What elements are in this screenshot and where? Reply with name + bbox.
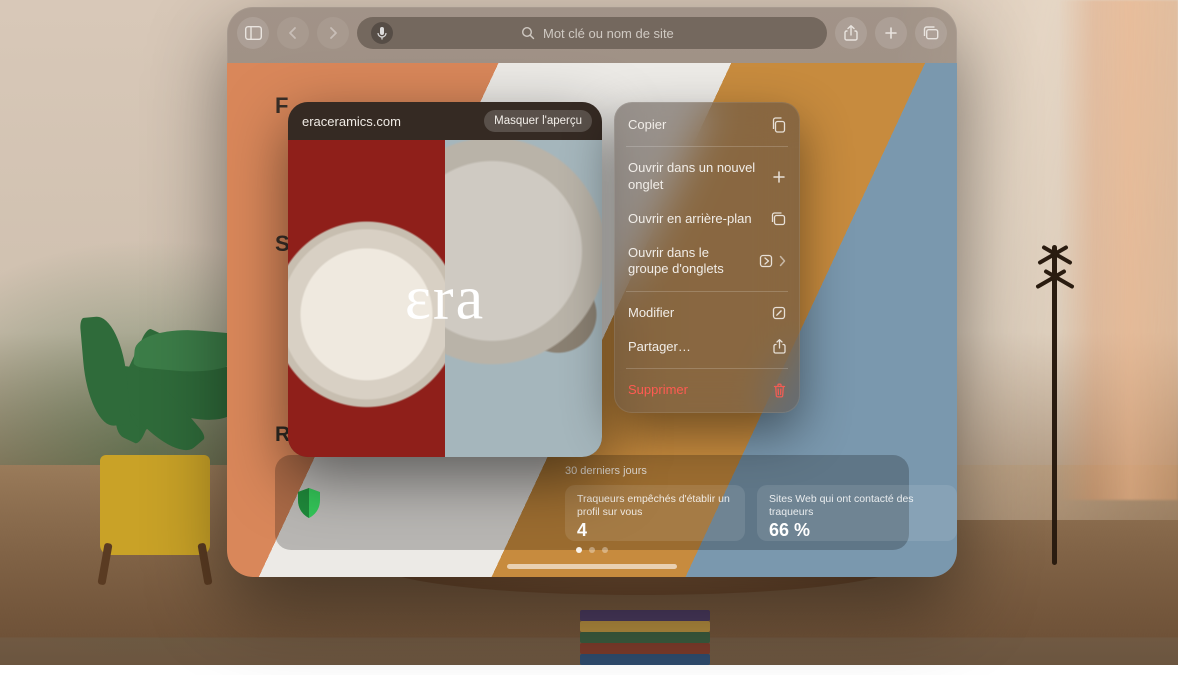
favorites-heading: F bbox=[275, 93, 288, 119]
trackers-value: 4 bbox=[577, 520, 733, 541]
site-logo-text: εra bbox=[405, 263, 485, 334]
menu-share[interactable]: Partager… bbox=[614, 330, 800, 364]
shield-icon bbox=[289, 486, 329, 520]
menu-delete[interactable]: Supprimer bbox=[614, 373, 800, 407]
menu-open-background-label: Ouvrir en arrière-plan bbox=[628, 211, 758, 227]
sidebar-toggle-button[interactable] bbox=[237, 17, 269, 49]
back-button[interactable] bbox=[277, 17, 309, 49]
link-preview-card: eraceramics.com Masquer l'aperçu εra bbox=[288, 102, 602, 457]
tabs-icon bbox=[768, 212, 786, 226]
menu-open-new-tab[interactable]: Ouvrir dans un nouvel onglet bbox=[614, 151, 800, 202]
sites-value: 66 % bbox=[769, 520, 945, 541]
trash-icon bbox=[768, 383, 786, 398]
menu-edit-label: Modifier bbox=[628, 305, 758, 321]
menu-open-new-tab-label: Ouvrir dans un nouvel onglet bbox=[628, 160, 758, 193]
context-menu: Copier Ouvrir dans un nouvel onglet Ouvr… bbox=[614, 102, 800, 413]
menu-open-tab-group-label: Ouvrir dans le groupe d'onglets bbox=[628, 245, 745, 278]
menu-edit[interactable]: Modifier bbox=[614, 296, 800, 330]
privacy-report-card[interactable]: 30 derniers jours Traqueurs empêchés d'é… bbox=[275, 455, 909, 550]
preview-thumbnail[interactable]: εra bbox=[288, 140, 602, 457]
share-icon bbox=[768, 339, 786, 354]
menu-copy[interactable]: Copier bbox=[614, 108, 800, 142]
trackers-label: Traqueurs empêchés d'établir un profil s… bbox=[577, 493, 733, 518]
share-button[interactable] bbox=[835, 17, 867, 49]
new-tab-button[interactable] bbox=[875, 17, 907, 49]
privacy-time-range: 30 derniers jours bbox=[565, 465, 647, 477]
edit-icon bbox=[768, 306, 786, 320]
tabs-overview-button[interactable] bbox=[915, 17, 947, 49]
curtain bbox=[1058, 0, 1178, 500]
chevron-right-icon bbox=[779, 255, 786, 267]
page-dots[interactable] bbox=[576, 547, 608, 553]
open-in-icon bbox=[755, 254, 773, 268]
browser-toolbar: Mot clé ou nom de site bbox=[237, 16, 947, 50]
preview-domain: eraceramics.com bbox=[302, 114, 401, 129]
menu-open-background[interactable]: Ouvrir en arrière-plan bbox=[614, 202, 800, 236]
microphone-icon[interactable] bbox=[371, 22, 393, 44]
sites-label: Sites Web qui ont contacté des traqueurs bbox=[769, 493, 945, 518]
address-bar[interactable]: Mot clé ou nom de site bbox=[357, 17, 827, 49]
coat-rack bbox=[1038, 245, 1068, 565]
search-icon bbox=[521, 26, 535, 40]
trackers-blocked-card[interactable]: Traqueurs empêchés d'établir un profil s… bbox=[565, 485, 745, 541]
hide-preview-button[interactable]: Masquer l'aperçu bbox=[484, 110, 592, 132]
menu-open-tab-group[interactable]: Ouvrir dans le groupe d'onglets bbox=[614, 236, 800, 287]
home-indicator[interactable] bbox=[507, 564, 677, 569]
menu-share-label: Partager… bbox=[628, 339, 758, 355]
copy-icon bbox=[768, 117, 786, 133]
forward-button[interactable] bbox=[317, 17, 349, 49]
sites-contacted-card[interactable]: Sites Web qui ont contacté des traqueurs… bbox=[757, 485, 957, 541]
address-placeholder: Mot clé ou nom de site bbox=[543, 26, 674, 41]
menu-copy-label: Copier bbox=[628, 117, 758, 133]
preview-header: eraceramics.com Masquer l'aperçu bbox=[288, 102, 602, 140]
menu-delete-label: Supprimer bbox=[628, 382, 758, 398]
plus-icon bbox=[768, 170, 786, 184]
